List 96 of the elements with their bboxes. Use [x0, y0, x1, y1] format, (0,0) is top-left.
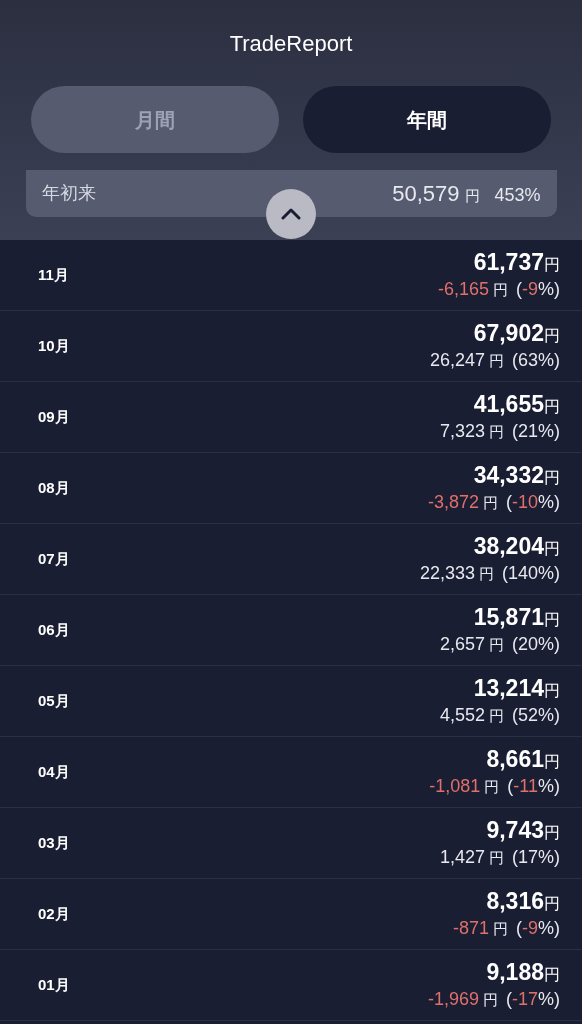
month-total: 34,332 [473, 461, 544, 489]
month-label: 04月 [38, 761, 70, 782]
month-label: 10月 [38, 335, 70, 356]
month-total: 41,655 [473, 390, 544, 418]
change-amount: 4,552 [439, 704, 485, 727]
total-unit: 円 [544, 255, 560, 275]
percent-close: %) [538, 988, 560, 1011]
month-label: 01月 [38, 974, 70, 995]
total-unit: 円 [544, 966, 560, 983]
change-percent: 52 [517, 704, 538, 727]
change-unit: 円 [493, 919, 508, 939]
percent-close: %) [538, 562, 560, 585]
open-paren: ( [511, 704, 518, 727]
total-unit: 円 [544, 468, 560, 488]
open-paren: ( [511, 349, 518, 372]
open-paren: ( [511, 420, 518, 443]
change-percent: 20 [517, 633, 538, 656]
summary-label: 年初来 [41, 182, 96, 205]
change-amount: -1,081 [429, 775, 481, 798]
open-paren: ( [501, 562, 508, 585]
total-unit: 円 [544, 823, 560, 843]
month-total: 15,871 [473, 603, 544, 631]
summary-amount: 50,579 [392, 180, 460, 208]
month-label: 06月 [38, 619, 70, 640]
month-label: 09月 [38, 406, 70, 427]
percent-close: %) [538, 704, 560, 727]
total-unit: 円 [544, 753, 560, 770]
change-unit: 円 [488, 351, 504, 371]
month-total: 8,316 [486, 887, 544, 915]
change-amount: 22,333 [419, 562, 475, 585]
change-percent: -11 [513, 775, 538, 798]
change-amount: 7,323 [439, 420, 485, 443]
change-percent: -9 [522, 917, 538, 940]
month-label: 02月 [38, 903, 70, 924]
change-amount: 2,657 [439, 633, 485, 656]
summary-unit: 円 [465, 186, 481, 206]
change-unit: 円 [488, 635, 504, 655]
open-paren: ( [506, 988, 512, 1011]
change-unit: 円 [488, 422, 504, 442]
change-unit: 円 [478, 564, 494, 584]
percent-close: %) [538, 278, 560, 301]
total-unit: 円 [544, 326, 560, 346]
total-unit: 円 [544, 682, 560, 699]
open-paren: ( [506, 491, 512, 514]
month-total: 61,737 [473, 248, 544, 276]
percent-close: %) [538, 846, 560, 869]
change-percent: -17 [512, 988, 538, 1011]
change-unit: 円 [483, 990, 498, 1010]
total-unit: 円 [544, 398, 560, 415]
collapse-button[interactable] [266, 189, 316, 239]
percent-close: %) [538, 775, 560, 798]
change-amount: 26,247 [429, 349, 485, 372]
month-total: 38,204 [473, 532, 544, 560]
change-unit: 円 [488, 706, 504, 726]
change-percent: 63 [517, 349, 538, 372]
change-unit: 円 [483, 493, 498, 513]
period-tab[interactable]: 年間 [303, 86, 551, 153]
month-label: 07月 [38, 548, 70, 569]
open-paren: ( [511, 633, 518, 656]
open-paren: ( [516, 917, 522, 940]
total-unit: 円 [544, 611, 560, 628]
change-unit: 円 [488, 848, 504, 868]
change-amount: -6,165 [437, 278, 489, 301]
percent-close: %) [538, 491, 560, 514]
change-percent: 140 [507, 562, 538, 585]
open-paren: ( [507, 775, 514, 798]
change-unit: 円 [493, 280, 508, 300]
change-amount: -3,872 [427, 491, 479, 514]
change-percent: 21 [517, 420, 538, 443]
month-total: 8,661 [486, 745, 544, 773]
percent-close: %) [538, 917, 560, 940]
change-percent: -10 [512, 491, 538, 514]
month-total: 9,743 [486, 816, 544, 844]
app-title: TradeReport [229, 30, 353, 58]
change-percent: 17 [517, 846, 538, 869]
total-unit: 円 [544, 540, 560, 557]
month-label: 11月 [38, 264, 69, 285]
open-paren: ( [511, 846, 518, 869]
summary-percent: 453% [494, 184, 541, 207]
change-unit: 円 [484, 777, 500, 797]
month-label: 05月 [38, 690, 70, 711]
percent-close: %) [538, 420, 560, 443]
change-amount: -871 [452, 917, 489, 940]
chevron-up-icon [281, 208, 301, 220]
percent-close: %) [538, 633, 560, 656]
change-amount: 1,427 [439, 846, 485, 869]
month-total: 67,902 [473, 319, 544, 347]
month-total: 13,214 [473, 674, 544, 702]
month-total: 9,188 [486, 958, 544, 986]
percent-close: %) [538, 349, 560, 372]
open-paren: ( [516, 278, 522, 301]
total-unit: 円 [544, 894, 560, 914]
change-percent: -9 [522, 278, 538, 301]
month-label: 03月 [38, 832, 70, 853]
change-amount: -1,969 [427, 988, 479, 1011]
month-label: 08月 [38, 477, 70, 498]
